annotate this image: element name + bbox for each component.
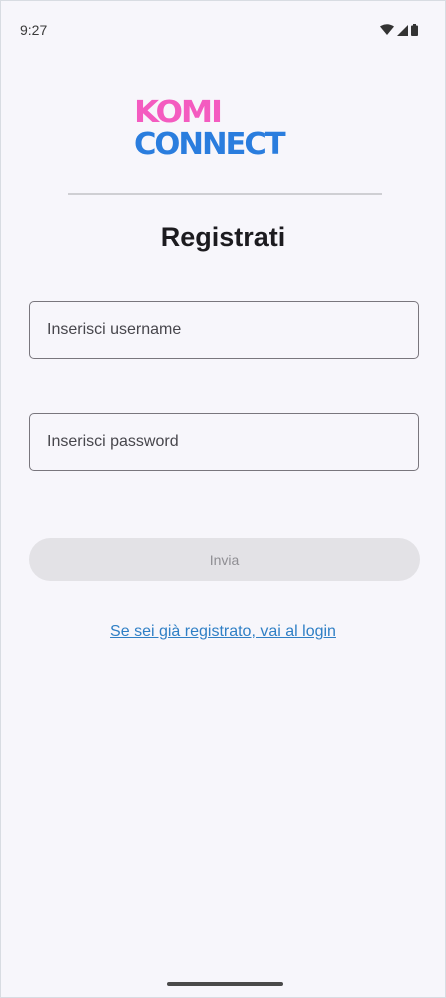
login-link[interactable]: Se sei già registrato, vai al login <box>0 623 446 641</box>
cellular-signal-icon <box>397 24 408 36</box>
submit-button[interactable]: Invia <box>29 538 420 581</box>
status-bar: 9:27 <box>0 0 446 60</box>
logo-line-komi: KOMI <box>134 95 223 130</box>
password-field[interactable] <box>29 413 419 471</box>
wifi-icon <box>380 24 394 35</box>
komi-connect-logo: KOMI CONNECT <box>134 98 314 168</box>
username-field[interactable] <box>29 301 419 359</box>
status-time: 9:27 <box>20 22 48 38</box>
page-title: Registrati <box>160 222 286 252</box>
status-icons <box>380 24 418 36</box>
home-indicator[interactable] <box>167 982 283 986</box>
username-input[interactable] <box>30 302 418 358</box>
header-divider <box>68 193 382 195</box>
password-input[interactable] <box>30 414 418 470</box>
logo-line-connect: CONNECT <box>134 127 286 162</box>
battery-icon <box>411 24 418 36</box>
